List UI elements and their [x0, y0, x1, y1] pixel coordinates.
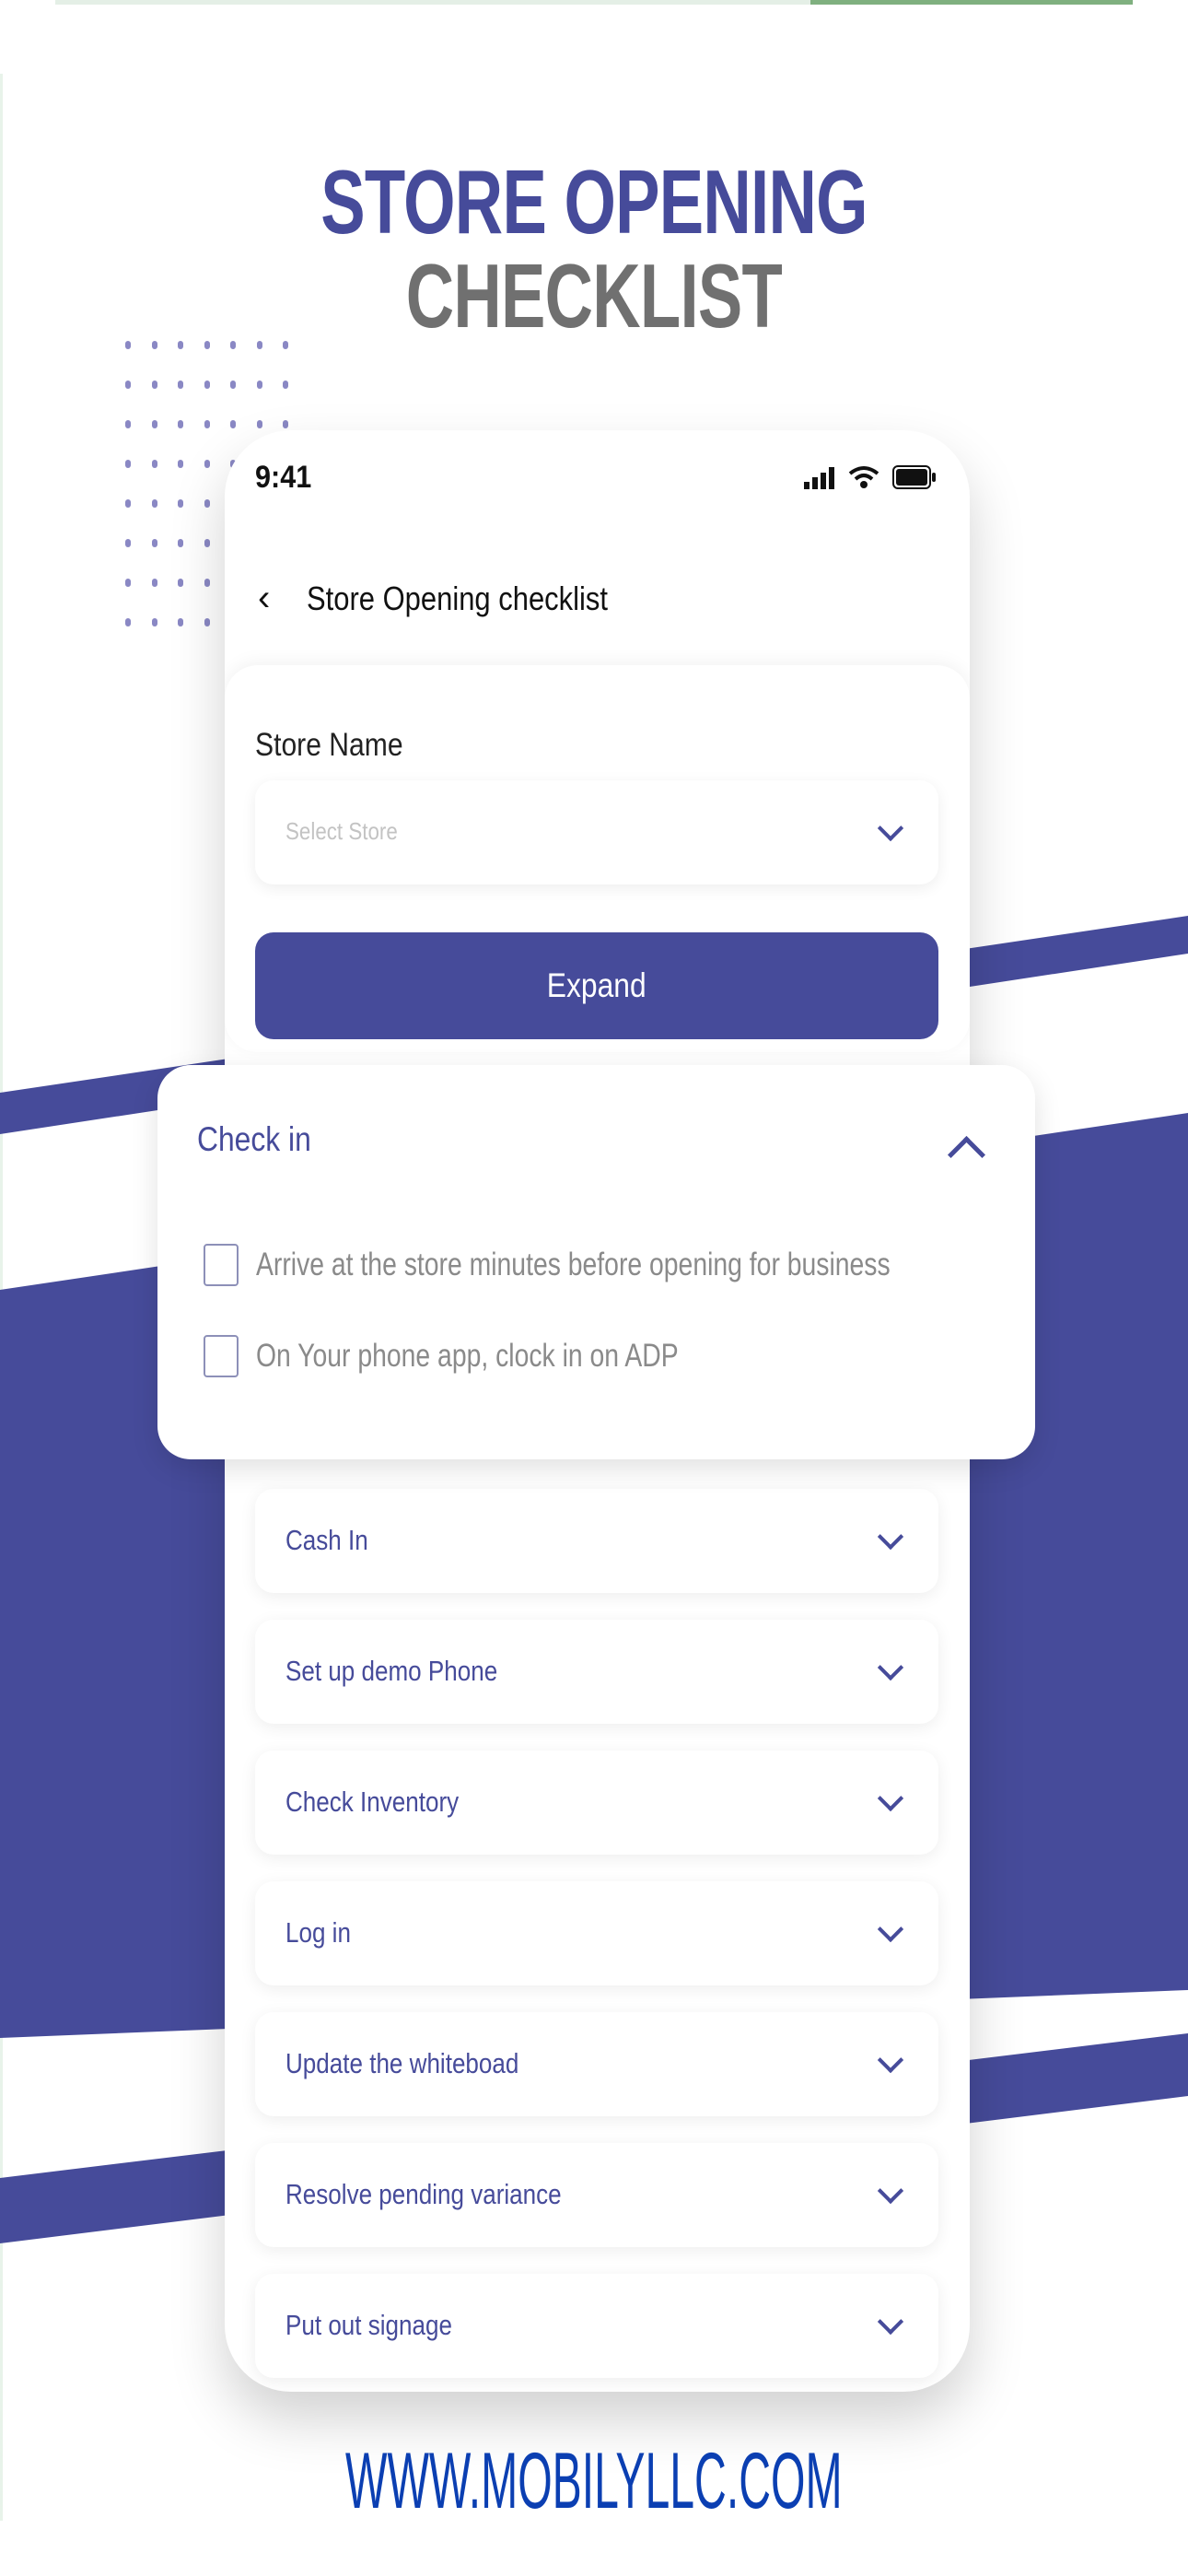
dot: [151, 460, 157, 468]
task-label: Arrive at the store minutes before openi…: [256, 1247, 891, 1282]
dot: [230, 381, 236, 389]
dot: [151, 579, 157, 587]
status-icons: [804, 465, 937, 489]
chevron-down-icon: [877, 2177, 904, 2204]
dot: [178, 420, 183, 428]
dot: [151, 420, 157, 428]
dot: [125, 420, 131, 428]
store-select[interactable]: Select Store: [255, 780, 938, 884]
battery-icon: [892, 465, 936, 489]
footer-url: WWW.MOBILYLLC.COM: [345, 2437, 843, 2525]
task-checkbox[interactable]: [204, 1335, 239, 1377]
section-label: Set up demo Phone: [285, 1655, 498, 1687]
check-in-card: Check in Arrive at the store minutes bef…: [157, 1065, 1035, 1459]
section-cash-in[interactable]: Cash In: [255, 1489, 938, 1593]
nav-header: ‹ Store Opening checklist: [258, 578, 658, 619]
dot: [125, 460, 131, 468]
promo-title-line2: CHECKLIST: [405, 245, 783, 346]
dot: [178, 579, 183, 587]
dot: [283, 420, 288, 428]
dot: [256, 420, 262, 428]
dot: [204, 341, 210, 349]
dot: [283, 381, 288, 389]
store-name-label: Store Name: [255, 727, 403, 763]
dot: [178, 618, 183, 626]
chevron-down-icon: [877, 2046, 904, 2073]
task-checkbox[interactable]: [204, 1244, 239, 1286]
task-row[interactable]: Arrive at the store minutes before openi…: [204, 1244, 1039, 1286]
dot: [230, 341, 236, 349]
dot: [151, 499, 157, 508]
task-label: On Your phone app, clock in on ADP: [256, 1338, 679, 1374]
store-card: Store Name Select Store Expand: [225, 665, 970, 1052]
dot: [178, 341, 183, 349]
chevron-down-icon: [877, 814, 904, 841]
dot: [204, 499, 210, 508]
status-time: 9:41: [255, 460, 312, 495]
dot: [204, 539, 210, 547]
section-resolve-pending-variance[interactable]: Resolve pending variance: [255, 2143, 938, 2247]
section-label: Check Inventory: [285, 1786, 460, 1818]
expand-button[interactable]: Expand: [255, 932, 938, 1039]
dot: [151, 618, 157, 626]
dot: [204, 420, 210, 428]
dot: [204, 618, 210, 626]
dot: [125, 341, 131, 349]
dot: [256, 381, 262, 389]
dot: [178, 539, 183, 547]
page-title: Store Opening checklist: [307, 579, 609, 617]
dot: [151, 539, 157, 547]
section-log-in[interactable]: Log in: [255, 1881, 938, 1985]
chevron-up-icon[interactable]: [947, 1135, 986, 1175]
dot: [204, 460, 210, 468]
section-label: Update the whiteboad: [285, 2047, 519, 2079]
section-set-up-demo-phone[interactable]: Set up demo Phone: [255, 1620, 938, 1724]
chevron-left-icon[interactable]: ‹: [258, 578, 270, 619]
section-label: Put out signage: [285, 2309, 452, 2341]
task-row[interactable]: On Your phone app, clock in on ADP: [204, 1335, 777, 1377]
dot: [178, 381, 183, 389]
chevron-down-icon: [877, 1785, 904, 1811]
promo-title-line1: STORE OPENING: [320, 151, 868, 252]
dot: [283, 341, 288, 349]
dot: [230, 420, 236, 428]
chevron-down-icon: [877, 1523, 904, 1550]
chevron-down-icon: [877, 2308, 904, 2335]
wifi-icon: [848, 466, 879, 488]
section-label: Cash In: [285, 1524, 368, 1556]
chevron-down-icon: [877, 1915, 904, 1942]
dot: [125, 381, 131, 389]
dot: [125, 539, 131, 547]
dot: [204, 579, 210, 587]
section-label: Resolve pending variance: [285, 2178, 562, 2210]
dot: [256, 341, 262, 349]
dot: [125, 618, 131, 626]
chevron-down-icon: [877, 1654, 904, 1680]
dot: [178, 460, 183, 468]
dot: [151, 341, 157, 349]
section-put-out-signage[interactable]: Put out signage: [255, 2274, 938, 2378]
section-label: Log in: [285, 1916, 351, 1949]
dot: [204, 381, 210, 389]
signal-icon: [804, 467, 834, 489]
section-update-whiteboard[interactable]: Update the whiteboad: [255, 2012, 938, 2116]
dot: [151, 381, 157, 389]
dot: [125, 579, 131, 587]
store-select-placeholder: Select Store: [285, 817, 398, 845]
dot: [125, 499, 131, 508]
section-check-inventory[interactable]: Check Inventory: [255, 1751, 938, 1855]
dot: [178, 499, 183, 508]
check-in-title: Check in: [197, 1120, 311, 1158]
